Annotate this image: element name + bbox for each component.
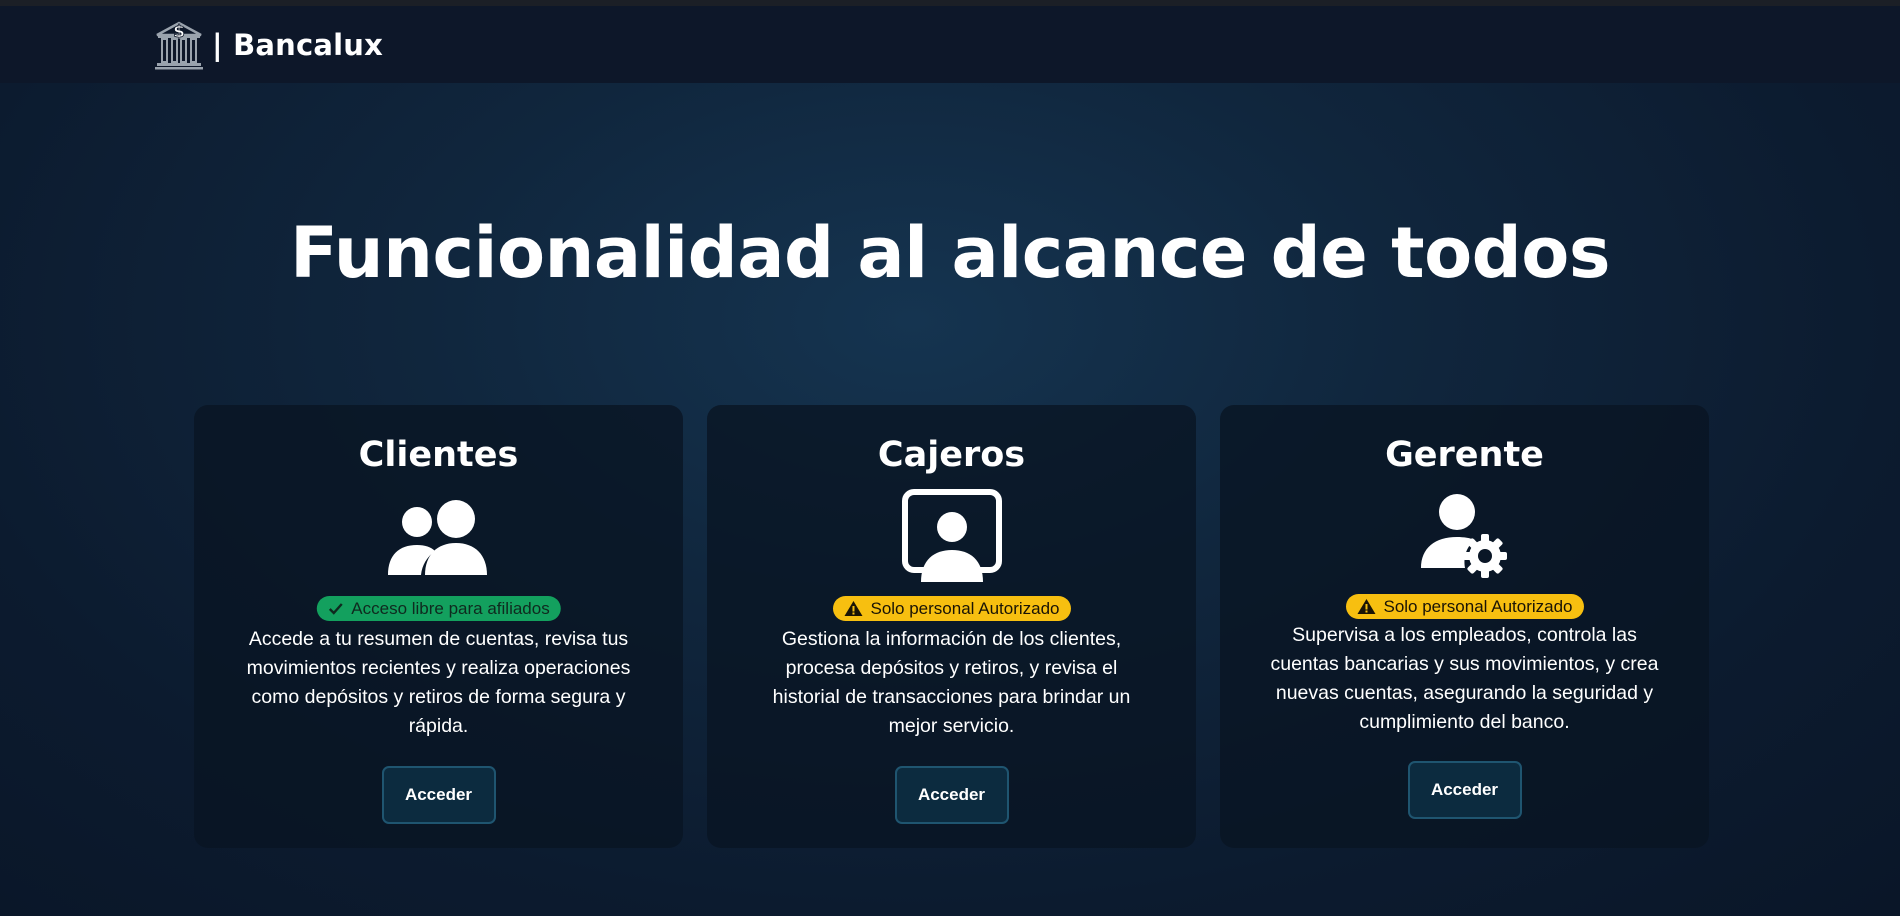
card-gerente: Gerente Solo personal Autorizado Supervi… bbox=[1220, 405, 1709, 848]
navbar: $ | Bancalux bbox=[0, 6, 1900, 83]
card-description: Accede a tu resumen de cuentas, revisa t… bbox=[246, 628, 631, 737]
svg-text:$: $ bbox=[173, 22, 185, 42]
brand-name: | Bancalux bbox=[212, 28, 384, 62]
screen-user-icon bbox=[901, 489, 1002, 582]
card-description: Gestiona la información de los clientes,… bbox=[772, 628, 1131, 737]
warning-icon bbox=[1356, 599, 1375, 614]
card-description: Supervisa a los empleados, controla las … bbox=[1270, 624, 1659, 733]
acceder-button-gerente[interactable]: Acceder bbox=[1407, 761, 1522, 819]
badge-text: Solo personal Autorizado bbox=[870, 598, 1060, 618]
restricted-badge: Solo personal Autorizado bbox=[1345, 594, 1584, 619]
user-gear-icon bbox=[1420, 494, 1507, 578]
card-title: Gerente bbox=[1385, 435, 1544, 475]
card-title: Clientes bbox=[358, 435, 519, 475]
users-icon bbox=[387, 500, 487, 575]
check-icon bbox=[328, 602, 343, 615]
acceder-button-cajeros[interactable]: Acceder bbox=[894, 766, 1009, 824]
access-badge: Acceso libre para afiliados bbox=[316, 596, 561, 621]
acceder-button-clientes[interactable]: Acceder bbox=[381, 766, 496, 824]
card-cajeros: Cajeros Solo personal Autorizado Gestion… bbox=[707, 405, 1196, 848]
card-title: Cajeros bbox=[877, 435, 1026, 475]
card-clientes: Clientes Acceso libre para afiliados Acc… bbox=[194, 405, 683, 848]
brand-logo[interactable]: $ | Bancalux bbox=[154, 20, 383, 70]
restricted-badge: Solo personal Autorizado bbox=[832, 596, 1071, 621]
hero-title: Funcionalidad al alcance de todos bbox=[289, 212, 1611, 294]
badge-text: Acceso libre para afiliados bbox=[351, 598, 550, 618]
badge-text: Solo personal Autorizado bbox=[1383, 596, 1573, 616]
warning-icon bbox=[843, 601, 862, 616]
bank-icon: $ bbox=[155, 21, 203, 70]
